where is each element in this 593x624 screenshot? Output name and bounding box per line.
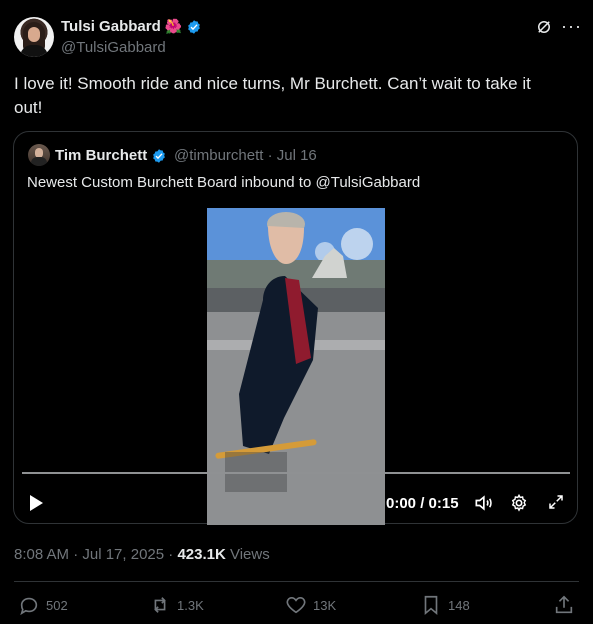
quote-author-row[interactable]: Tim Burchett: [55, 147, 167, 164]
flower-emoji: 🌺: [164, 18, 183, 34]
video-scene-illustration: [207, 208, 385, 525]
tweet-text: I love it! Smooth ride and nice turns, M…: [14, 72, 574, 120]
tweet-timestamp[interactable]: 8:08 AM · Jul 17, 2025 ·: [14, 546, 177, 563]
fullscreen-icon[interactable]: [547, 493, 565, 511]
tweet-text-line2: out!: [14, 98, 43, 117]
bookmark-button[interactable]: 148: [420, 594, 470, 616]
play-icon[interactable]: [28, 494, 44, 512]
tweet-text-line1: I love it! Smooth ride and nice turns, M…: [14, 74, 531, 93]
bookmark-count: 148: [448, 597, 470, 613]
verified-badge-icon: [188, 19, 201, 34]
like-button[interactable]: 13K: [285, 594, 336, 616]
reply-count: 502: [46, 597, 68, 613]
verified-badge-icon: [153, 148, 166, 163]
views-label: Views: [225, 546, 270, 563]
profile-avatar[interactable]: [14, 17, 54, 57]
quote-author-name[interactable]: Tim Burchett: [55, 147, 147, 164]
quote-handle-date[interactable]: @timburchett · Jul 16: [174, 147, 317, 164]
author-name-row[interactable]: Tulsi Gabbard 🌺: [61, 18, 202, 35]
share-icon: [555, 595, 573, 614]
views-count: 423.1K: [177, 546, 226, 563]
reply-button[interactable]: 502: [18, 594, 68, 616]
quote-avatar[interactable]: [28, 144, 50, 166]
repost-button[interactable]: 1.3K: [149, 594, 204, 616]
settings-gear-icon[interactable]: [509, 493, 529, 513]
share-button[interactable]: [553, 594, 575, 616]
tweet-meta: 8:08 AM · Jul 17, 2025 · 423.1K Views: [14, 546, 270, 563]
video-time: 0:00 / 0:15: [386, 495, 459, 512]
volume-icon[interactable]: [472, 493, 494, 513]
bookmark-icon: [424, 595, 438, 616]
like-heart-icon: [286, 597, 306, 614]
reply-icon: [20, 597, 38, 616]
grok-icon[interactable]: [535, 18, 553, 36]
video-frame[interactable]: [207, 208, 385, 525]
author-name[interactable]: Tulsi Gabbard: [61, 18, 161, 35]
quote-text: Newest Custom Burchett Board inbound to …: [27, 174, 421, 191]
repost-count: 1.3K: [177, 597, 204, 613]
repost-icon: [154, 597, 166, 613]
author-handle[interactable]: @TulsiGabbard: [61, 39, 166, 56]
more-options-icon[interactable]: ···: [561, 16, 582, 37]
divider: [14, 581, 579, 582]
video-progress-bar[interactable]: [22, 472, 570, 474]
like-count: 13K: [313, 597, 337, 613]
